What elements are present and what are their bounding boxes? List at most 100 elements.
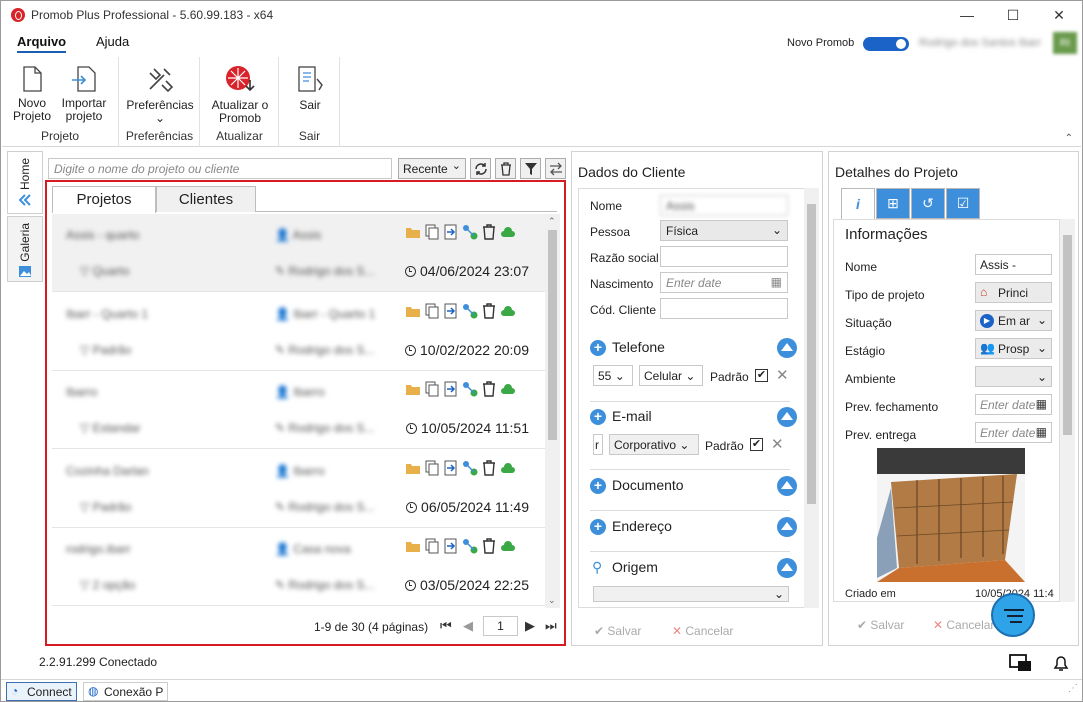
export-icon[interactable] bbox=[443, 303, 459, 319]
calendar-icon[interactable]: ▦ bbox=[1036, 397, 1047, 411]
add-email-icon[interactable]: + bbox=[590, 409, 606, 425]
trash-button[interactable] bbox=[495, 158, 516, 179]
project-name-field[interactable]: Assis - bbox=[975, 254, 1052, 275]
menu-fab-button[interactable] bbox=[991, 593, 1035, 637]
pessoa-select[interactable]: Física ⌄ bbox=[660, 220, 788, 241]
collapse-email-icon[interactable] bbox=[777, 407, 797, 427]
copy-icon[interactable] bbox=[424, 303, 440, 319]
chat-icon[interactable] bbox=[1009, 653, 1033, 676]
section-origem[interactable]: ⚲ Origem bbox=[590, 557, 797, 583]
open-folder-icon[interactable] bbox=[405, 224, 421, 240]
scroll-down-icon[interactable]: ⌄ bbox=[548, 595, 556, 606]
table-row[interactable]: Cozinha Darlan ▽ Padrão 👤 Ibarro ✎ Rodrigo … bbox=[52, 449, 545, 528]
open-folder-icon[interactable] bbox=[405, 460, 421, 476]
collapse-origem-icon[interactable] bbox=[777, 558, 797, 578]
export-icon[interactable] bbox=[443, 538, 459, 554]
estagio-select[interactable]: 👥 Prosp ⌄ bbox=[975, 338, 1052, 359]
add-endereco-icon[interactable]: + bbox=[590, 519, 606, 535]
cod-cliente-field[interactable] bbox=[660, 298, 788, 319]
preferencias-button[interactable]: Preferências ⌄ bbox=[126, 63, 194, 125]
open-folder-icon[interactable] bbox=[405, 303, 421, 319]
table-row[interactable]: Assis - quarto ▽ Quarto 👤 Assis ✎ Rodrigo d… bbox=[52, 214, 545, 292]
section-endereco[interactable]: + Endereço bbox=[590, 516, 797, 542]
telefone-tipo-select[interactable]: Celular ⌄ bbox=[639, 365, 703, 386]
situacao-select[interactable]: ▶ Em ar ⌄ bbox=[975, 310, 1052, 331]
table-row[interactable]: rodrigo.ibarr ▽ 2 opção 👤 Casa nova ✎ Rodri… bbox=[52, 528, 545, 606]
sair-button[interactable]: Sair bbox=[290, 65, 330, 112]
section-telefone[interactable]: + Telefone bbox=[590, 337, 797, 363]
prev-entrega-field[interactable]: Enter date ▦ bbox=[975, 422, 1052, 443]
project-list-scrollbar[interactable]: ⌃ ⌄ bbox=[545, 214, 560, 608]
importar-projeto-button[interactable]: Importar projeto bbox=[57, 65, 111, 123]
sort-select[interactable]: Recente bbox=[398, 158, 466, 179]
calendar-icon[interactable]: ▦ bbox=[1036, 425, 1047, 439]
novo-projeto-button[interactable]: Novo Projeto bbox=[12, 65, 52, 123]
maximize-icon[interactable]: ☐ bbox=[990, 1, 1036, 29]
client-save-button[interactable]: ✔ Salvar bbox=[594, 624, 641, 638]
calendar-icon[interactable]: ▦ bbox=[771, 275, 782, 289]
scroll-thumb[interactable] bbox=[807, 204, 816, 504]
open-folder-icon[interactable] bbox=[405, 381, 421, 397]
table-row[interactable]: Ibarr - Quarto 1 ▽ Padrão 👤 Ibarr - Quarto… bbox=[52, 292, 545, 371]
email-field[interactable]: r bbox=[593, 434, 603, 455]
menu-ajuda[interactable]: Ajuda bbox=[96, 34, 129, 49]
ambiente-select[interactable]: ⌄ bbox=[975, 366, 1052, 387]
prev-page-icon[interactable]: ◀ bbox=[463, 618, 473, 634]
scroll-thumb[interactable] bbox=[548, 230, 557, 440]
prev-fechamento-field[interactable]: Enter date ▦ bbox=[975, 394, 1052, 415]
cloud-icon[interactable] bbox=[500, 381, 516, 397]
tab-info[interactable]: i bbox=[841, 188, 875, 219]
share-icon[interactable] bbox=[462, 460, 478, 476]
share-icon[interactable] bbox=[462, 381, 478, 397]
collapse-telefone-icon[interactable] bbox=[777, 338, 797, 358]
cloud-icon[interactable] bbox=[500, 303, 516, 319]
cloud-icon[interactable] bbox=[500, 460, 516, 476]
details-cancel-button[interactable]: ✕ Cancelar bbox=[933, 618, 994, 632]
razao-social-field[interactable] bbox=[660, 246, 788, 267]
delete-icon[interactable] bbox=[481, 538, 497, 554]
bell-icon[interactable] bbox=[1051, 653, 1071, 676]
tab-galeria[interactable]: Galeria bbox=[7, 216, 43, 282]
table-row[interactable]: Ibarro ▽ Estandar 👤 Ibarro ✎ Rodrigo dos S.… bbox=[52, 371, 545, 449]
details-save-button[interactable]: ✔ Salvar bbox=[857, 618, 904, 632]
collapse-ribbon-icon[interactable]: ⌃ bbox=[1065, 133, 1073, 144]
collapse-endereco-icon[interactable] bbox=[777, 517, 797, 537]
ddi-select[interactable]: 55 ⌄ bbox=[593, 365, 633, 386]
email-tipo-select[interactable]: Corporativo ⌄ bbox=[609, 434, 699, 455]
tab-home[interactable]: Home bbox=[7, 151, 43, 214]
export-icon[interactable] bbox=[443, 460, 459, 476]
avatar[interactable]: RI bbox=[1053, 32, 1077, 54]
resize-grip-icon[interactable]: ⋰ bbox=[1068, 683, 1078, 694]
search-input[interactable]: Digite o nome do projeto ou cliente bbox=[48, 158, 392, 179]
tipo-projeto-select[interactable]: ⌂ Princi bbox=[975, 282, 1052, 303]
tab-conexao[interactable]: ◍ Conexão P bbox=[83, 682, 169, 701]
remove-email-icon[interactable]: ✕ bbox=[771, 435, 784, 453]
add-documento-icon[interactable]: + bbox=[590, 478, 606, 494]
export-icon[interactable] bbox=[443, 224, 459, 240]
origem-select[interactable]: ⌄ bbox=[593, 586, 789, 602]
delete-icon[interactable] bbox=[481, 459, 497, 476]
scroll-up-icon[interactable]: ⌃ bbox=[548, 216, 556, 227]
copy-icon[interactable] bbox=[424, 224, 440, 240]
nascimento-field[interactable]: Enter date ▦ bbox=[660, 272, 788, 293]
copy-icon[interactable] bbox=[424, 460, 440, 476]
copy-icon[interactable] bbox=[424, 381, 440, 397]
cloud-icon[interactable] bbox=[500, 224, 516, 240]
user-name[interactable]: Rodrigo dos Santos Ibarr bbox=[919, 37, 1041, 49]
minimize-icon[interactable]: — bbox=[944, 1, 990, 29]
page-number-input[interactable]: 1 bbox=[483, 616, 518, 636]
share-icon[interactable] bbox=[462, 303, 478, 319]
section-documento[interactable]: + Documento bbox=[590, 475, 797, 501]
collapse-documento-icon[interactable] bbox=[777, 476, 797, 496]
open-folder-icon[interactable] bbox=[405, 538, 421, 554]
section-email[interactable]: + E-mail bbox=[590, 406, 797, 432]
refresh-button[interactable] bbox=[470, 158, 491, 179]
nome-field[interactable]: Assis bbox=[660, 195, 788, 216]
close-icon[interactable]: ✕ bbox=[1036, 1, 1082, 29]
remove-telefone-icon[interactable]: ✕ bbox=[776, 366, 789, 384]
email-padrao-checkbox[interactable]: ✔ bbox=[750, 438, 763, 451]
client-scrollbar[interactable] bbox=[804, 188, 819, 608]
details-scrollbar[interactable] bbox=[1060, 219, 1075, 602]
telefone-padrao-checkbox[interactable]: ✔ bbox=[755, 369, 768, 382]
cloud-icon[interactable] bbox=[500, 538, 516, 554]
